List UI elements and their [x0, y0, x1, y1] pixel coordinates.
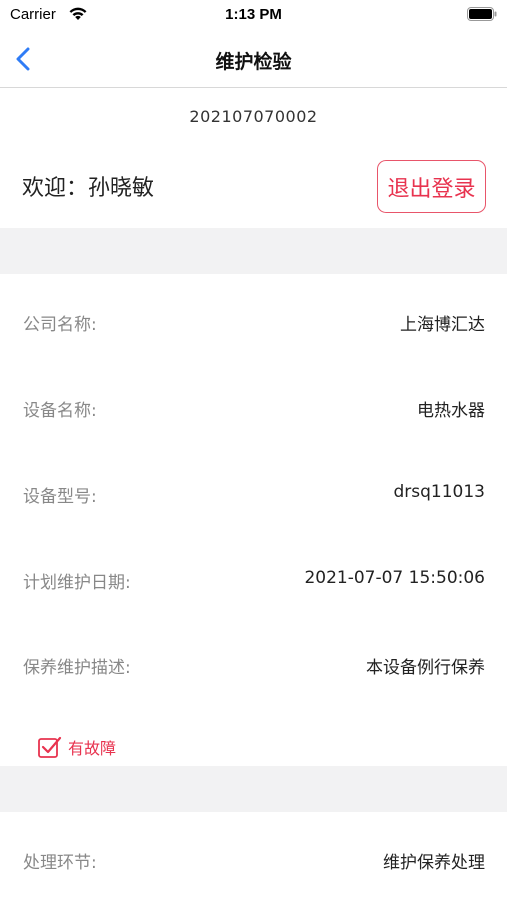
field-value: 电热水器 — [417, 401, 485, 421]
fault-checkbox[interactable]: 有故障 — [38, 735, 116, 759]
field-value: 维护保养处理 — [383, 853, 485, 873]
section-divider — [0, 228, 507, 274]
field-value: drsq11013 — [393, 482, 485, 502]
logout-button[interactable]: 退出登录 — [377, 160, 486, 213]
field-value: 上海博汇达 — [400, 315, 485, 335]
field-process-stage: 处理环节: 维护保养处理 — [0, 840, 507, 880]
welcome-text: 欢迎：孙晓敏 — [22, 176, 155, 201]
order-number: 202107070002 — [189, 107, 318, 126]
field-company: 公司名称: 上海博汇达 — [0, 302, 507, 342]
status-time: 1:13 PM — [225, 6, 282, 23]
navigation-bar: 维护检验 — [0, 30, 507, 88]
field-label: 设备名称: — [23, 401, 97, 421]
field-label: 公司名称: — [23, 315, 97, 335]
field-label: 计划维护日期: — [23, 573, 131, 593]
battery-icon — [467, 7, 497, 21]
field-value: 2021-07-07 15:50:06 — [304, 568, 485, 588]
field-device-name: 设备名称: 电热水器 — [0, 388, 507, 428]
checkbox-checked-icon — [38, 736, 62, 758]
field-device-model: 设备型号: drsq11013 — [0, 474, 507, 514]
section-divider — [0, 766, 507, 812]
field-planned-date: 计划维护日期: 2021-07-07 15:50:06 — [0, 560, 507, 600]
field-value: 本设备例行保养 — [366, 658, 485, 678]
fault-label: 有故障 — [68, 739, 117, 758]
status-bar: Carrier 1:13 PM — [0, 0, 507, 30]
field-label: 设备型号: — [23, 487, 97, 507]
page-title: 维护检验 — [215, 51, 292, 73]
field-label: 保养维护描述: — [23, 658, 131, 678]
field-label: 处理环节: — [23, 853, 97, 873]
field-maintenance-description: 保养维护描述: 本设备例行保养 — [0, 645, 507, 685]
